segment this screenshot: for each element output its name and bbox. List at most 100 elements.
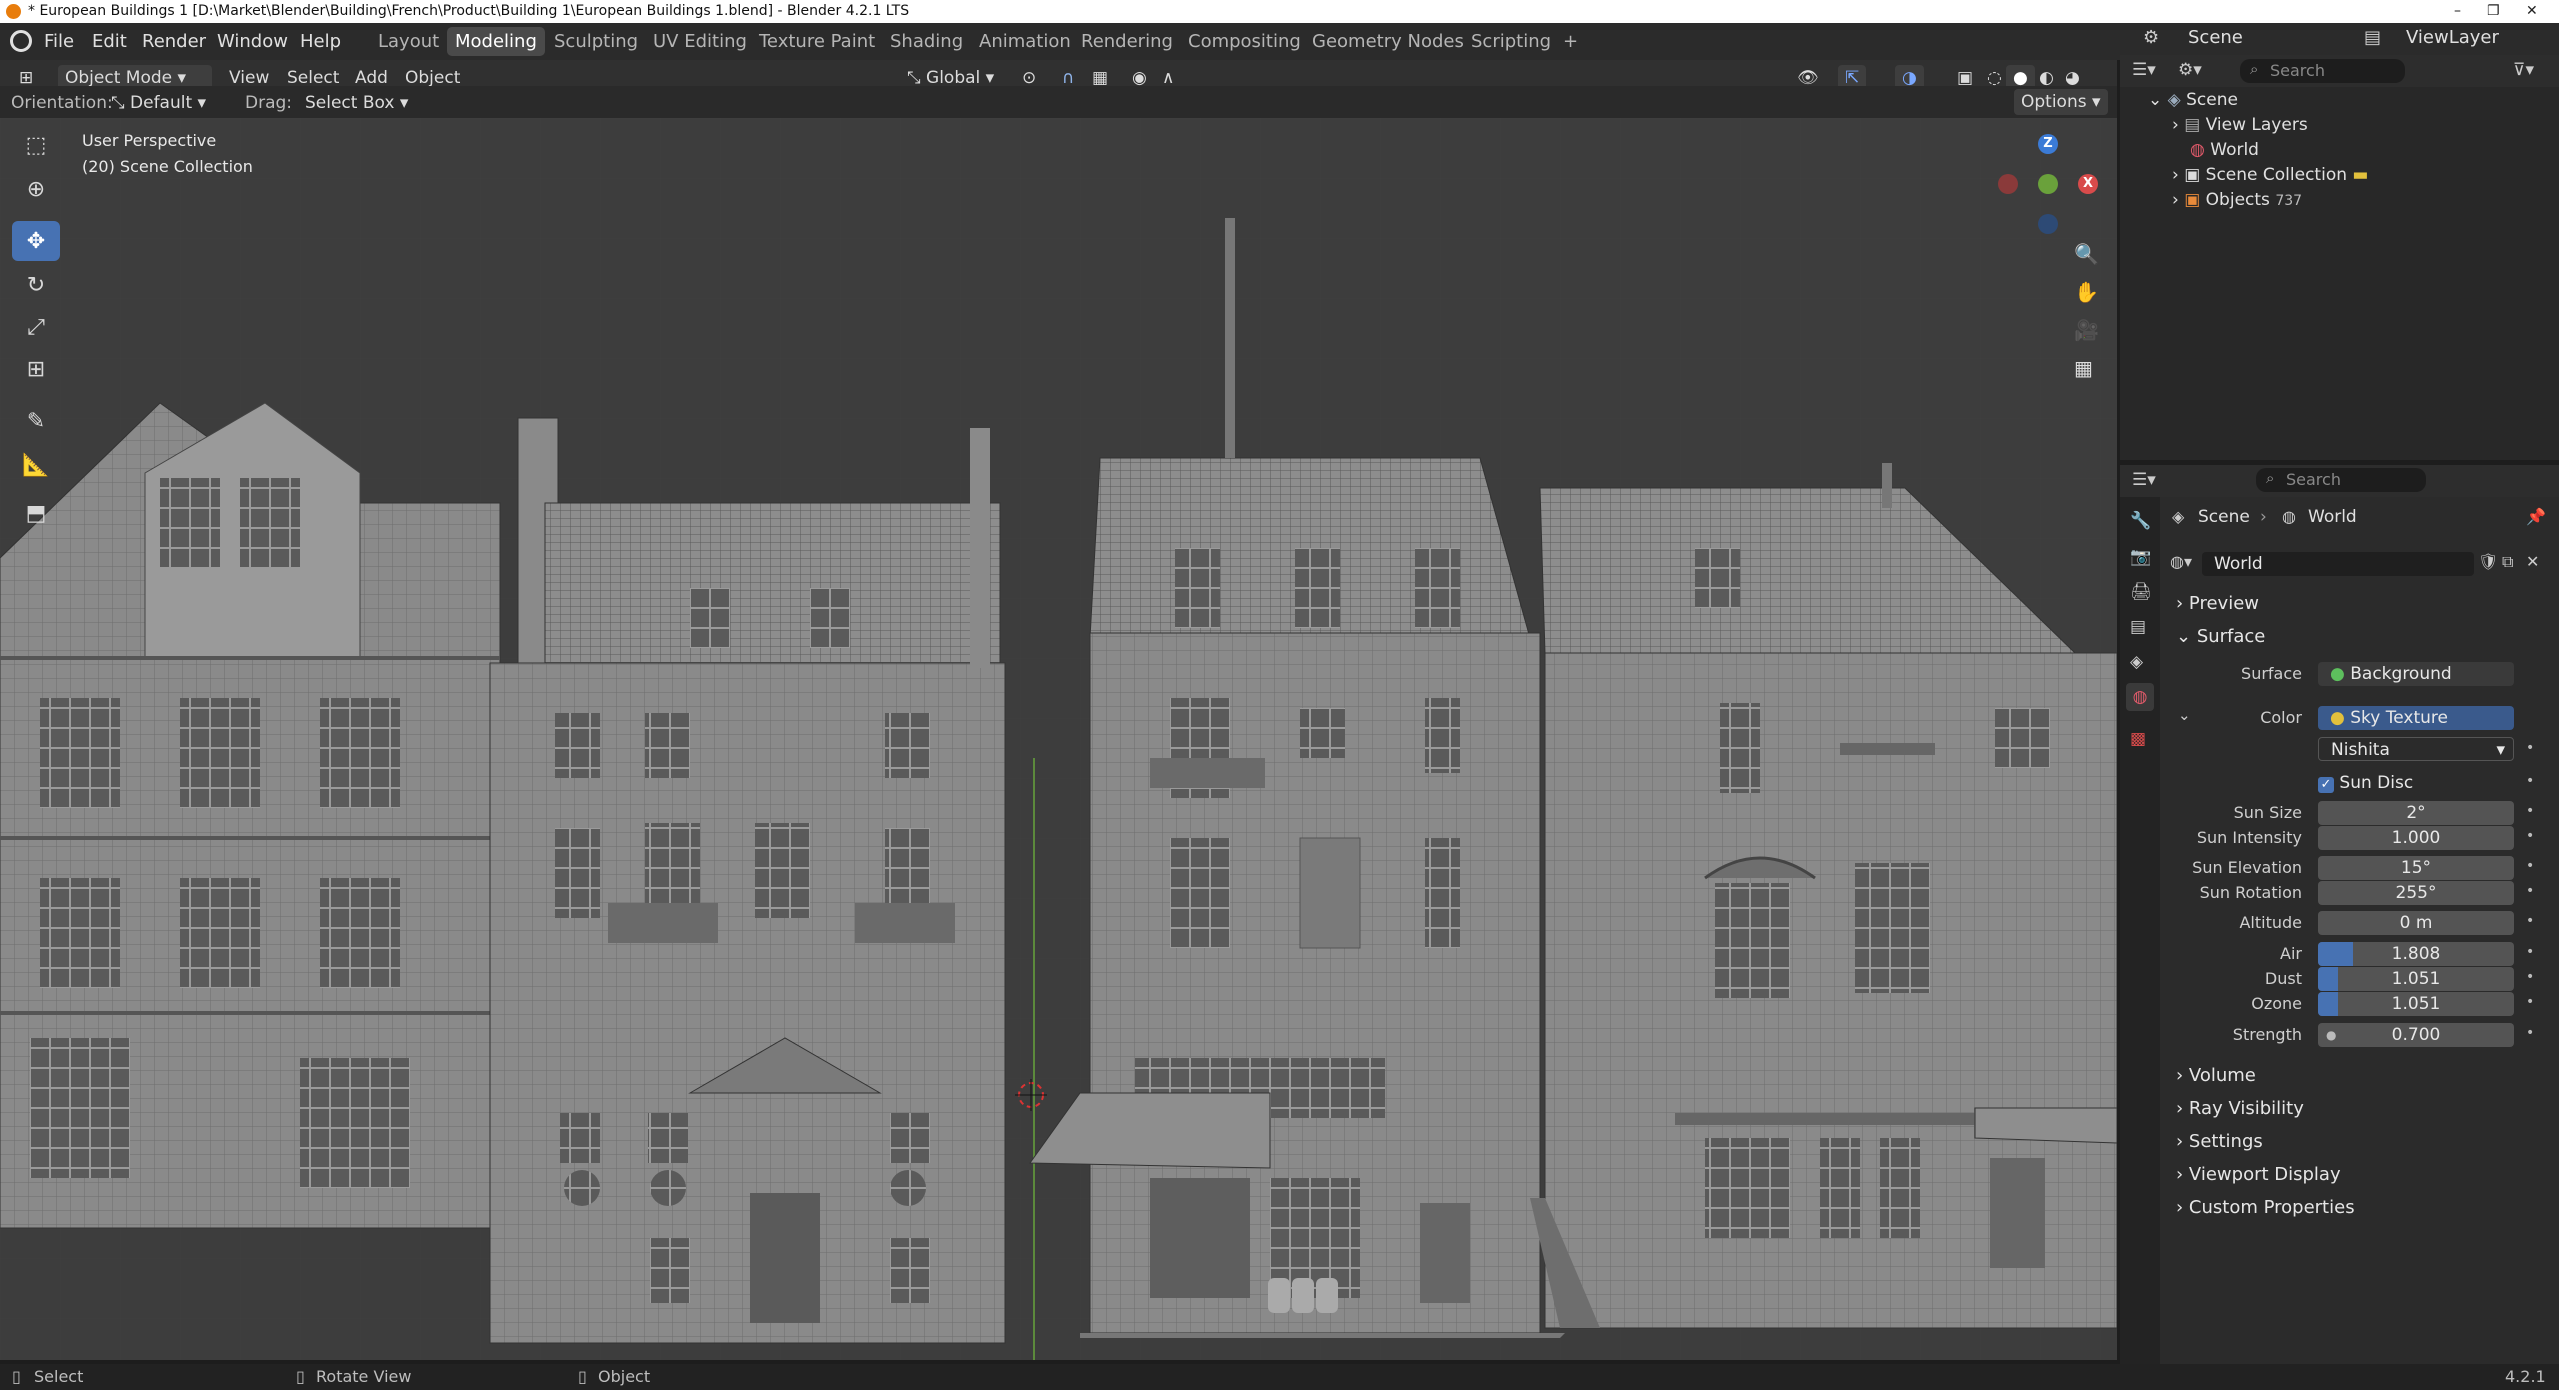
display-mode-icon[interactable]: ⚙▾: [2178, 60, 2202, 80]
outliner-item-view-layers[interactable]: › ▤ View Layers: [2172, 113, 2308, 137]
keyframe-dot-icon[interactable]: •: [2526, 858, 2545, 874]
panel-ray-visibility[interactable]: › Ray Visibility: [2176, 1094, 2541, 1124]
ortho-grid-icon[interactable]: ▦: [2074, 356, 2093, 380]
world-tab-icon[interactable]: ◍: [2126, 683, 2154, 711]
ozone-slider[interactable]: 1.051: [2318, 992, 2514, 1016]
gizmo-neg-x-axis[interactable]: [1998, 174, 2018, 194]
annotate-tool-icon[interactable]: ✎: [12, 401, 60, 441]
add-cube-tool-icon[interactable]: ⬒: [12, 493, 60, 533]
tab-modeling[interactable]: Modeling: [447, 27, 545, 56]
world-datablock-field[interactable]: World: [2202, 552, 2474, 576]
keyframe-dot-icon[interactable]: •: [2526, 969, 2545, 985]
unlink-world-icon[interactable]: ✕: [2526, 552, 2539, 571]
zoom-icon[interactable]: 🔍: [2074, 242, 2099, 266]
tool-tab-icon[interactable]: 🔧: [2130, 511, 2151, 531]
keyframe-dot-icon[interactable]: •: [2526, 773, 2545, 789]
scene-tab-icon[interactable]: ◈: [2130, 652, 2143, 672]
view-layer-tab-icon[interactable]: ▤: [2130, 617, 2146, 637]
tab-texture-paint[interactable]: Texture Paint: [751, 27, 883, 56]
orientation-dropdown[interactable]: ⤡ Default ▾: [104, 90, 226, 116]
scale-tool-icon[interactable]: ⤢: [12, 307, 60, 347]
menu-window[interactable]: Window: [217, 23, 288, 60]
menu-help[interactable]: Help: [300, 23, 341, 60]
tab-scripting[interactable]: Scripting: [1463, 27, 1559, 56]
panel-surface[interactable]: ⌄ Surface: [2176, 622, 2541, 652]
tab-uv-editing[interactable]: UV Editing: [645, 27, 755, 56]
output-tab-icon[interactable]: 🖨: [2130, 582, 2152, 602]
panel-viewport-display[interactable]: › Viewport Display: [2176, 1160, 2541, 1190]
select-box-tool-icon[interactable]: ⬚: [12, 125, 60, 165]
link-socket-icon[interactable]: ●: [2326, 1023, 2336, 1047]
dust-slider[interactable]: 1.051: [2318, 967, 2514, 991]
rotate-tool-icon[interactable]: ↻: [12, 265, 60, 305]
scene-name-field[interactable]: Scene: [2188, 27, 2243, 48]
menu-edit[interactable]: Edit: [92, 23, 127, 60]
panel-settings[interactable]: › Settings: [2176, 1127, 2541, 1157]
color-texture-field[interactable]: ● Sky Texture: [2318, 706, 2514, 730]
world-datablock-icon[interactable]: ◍▾: [2170, 552, 2192, 571]
sun-rotation-field[interactable]: 255°: [2318, 881, 2514, 905]
pin-icon[interactable]: 📌: [2526, 507, 2546, 526]
air-slider[interactable]: 1.808: [2318, 942, 2514, 966]
properties-search-input[interactable]: Search: [2256, 468, 2426, 492]
gizmo-neg-z-axis[interactable]: [2038, 214, 2058, 234]
fake-user-icon[interactable]: 🛡: [2478, 552, 2498, 571]
render-tab-icon[interactable]: 📷: [2130, 547, 2151, 567]
sky-type-dropdown[interactable]: Nishita ▾: [2318, 737, 2514, 761]
keyframe-dot-icon[interactable]: •: [2526, 740, 2545, 756]
panel-volume[interactable]: › Volume: [2176, 1061, 2541, 1091]
keyframe-dot-icon[interactable]: •: [2526, 913, 2545, 929]
keyframe-dot-icon[interactable]: •: [2526, 883, 2545, 899]
outliner-item-objects[interactable]: › ▣ Objects 737: [2172, 188, 2302, 212]
keyframe-dot-icon[interactable]: •: [2526, 994, 2545, 1010]
gizmo-z-axis[interactable]: Z: [2038, 134, 2058, 154]
blender-menu-icon[interactable]: [10, 30, 32, 52]
outliner-search-input[interactable]: Search: [2240, 59, 2405, 83]
view-layer-name-field[interactable]: ViewLayer: [2406, 27, 2499, 48]
transform-tool-icon[interactable]: ⊞: [12, 349, 60, 389]
panel-custom-properties[interactable]: › Custom Properties: [2176, 1193, 2541, 1223]
tab-layout[interactable]: Layout: [370, 27, 447, 56]
menu-file[interactable]: File: [44, 23, 74, 60]
tab-geometry-nodes[interactable]: Geometry Nodes: [1304, 27, 1472, 56]
3d-viewport[interactable]: [0, 118, 2117, 1360]
properties-editor-type-icon[interactable]: ☰▾: [2132, 470, 2156, 490]
minimize-button[interactable]: –: [2454, 0, 2461, 23]
keyframe-dot-icon[interactable]: •: [2526, 1025, 2545, 1041]
drag-dropdown[interactable]: Select Box ▾: [298, 90, 415, 116]
outliner-item-scene-collection[interactable]: › ▣ Scene Collection ▬: [2172, 163, 2368, 187]
maximize-button[interactable]: ❐: [2487, 0, 2500, 23]
gizmo-y-axis[interactable]: [2038, 174, 2058, 194]
tab-shading[interactable]: Shading: [882, 27, 971, 56]
new-world-icon[interactable]: ⧉: [2502, 552, 2513, 572]
tab-sculpting[interactable]: Sculpting: [546, 27, 646, 56]
outliner-editor-type-icon[interactable]: ☰▾: [2132, 60, 2156, 80]
altitude-field[interactable]: 0 m: [2318, 911, 2514, 935]
add-workspace-button[interactable]: +: [1555, 27, 1586, 56]
sun-elevation-field[interactable]: 15°: [2318, 856, 2514, 880]
gizmo-x-axis[interactable]: X: [2078, 174, 2098, 194]
panel-preview[interactable]: › Preview: [2176, 589, 2541, 619]
color-expand-icon[interactable]: ⌄: [2178, 706, 2191, 724]
tab-compositing[interactable]: Compositing: [1180, 27, 1309, 56]
move-tool-icon[interactable]: ✥: [12, 221, 60, 261]
camera-view-icon[interactable]: 🎥: [2074, 318, 2099, 342]
strength-field[interactable]: ● 0.700: [2318, 1023, 2514, 1047]
sun-disc-checkbox[interactable]: ✓ Sun Disc: [2318, 771, 2413, 795]
surface-shader-field[interactable]: ● Background: [2318, 662, 2514, 686]
tab-rendering[interactable]: Rendering: [1073, 27, 1181, 56]
close-button[interactable]: ✕: [2526, 0, 2538, 23]
keyframe-dot-icon[interactable]: •: [2526, 944, 2545, 960]
sun-intensity-field[interactable]: 1.000: [2318, 826, 2514, 850]
tab-animation[interactable]: Animation: [971, 27, 1079, 56]
menu-render[interactable]: Render: [142, 23, 206, 60]
texture-tab-icon[interactable]: ▩: [2130, 729, 2146, 749]
cursor-tool-icon[interactable]: ⊕: [12, 169, 60, 209]
measure-tool-icon[interactable]: 📐: [12, 445, 60, 485]
filter-icon[interactable]: ⊽▾: [2513, 60, 2534, 80]
pan-hand-icon[interactable]: ✋: [2074, 280, 2099, 304]
sun-size-field[interactable]: 2°: [2318, 801, 2514, 825]
keyframe-dot-icon[interactable]: •: [2526, 828, 2545, 844]
keyframe-dot-icon[interactable]: •: [2526, 803, 2545, 819]
outliner-item-world[interactable]: ◍ World: [2190, 138, 2259, 162]
